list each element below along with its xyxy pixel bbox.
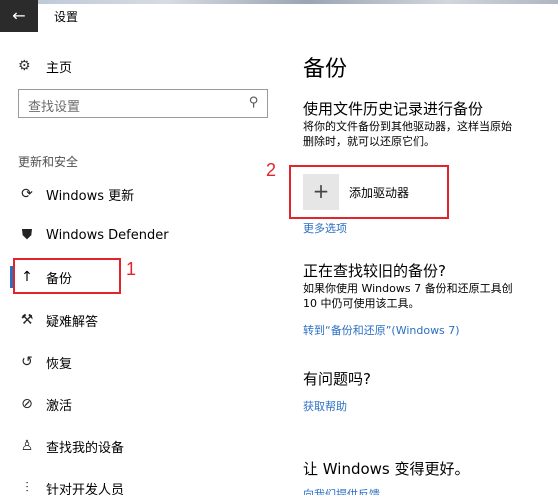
- window-title: 设置: [54, 10, 79, 24]
- sidebar-item-label: 激活: [46, 398, 73, 414]
- older-backup-description-line1: 如果你使用 Windows 7 备份和还原工具创: [303, 282, 513, 295]
- back-button[interactable]: ←: [0, 0, 38, 32]
- feedback-link[interactable]: 向我们提供反馈: [303, 486, 380, 495]
- annotation-box-2: [289, 165, 449, 219]
- sidebar-item-recovery[interactable]: ↺ 恢复: [0, 347, 270, 377]
- file-history-heading: 使用文件历史记录进行备份: [303, 100, 484, 118]
- improve-windows-heading: 让 Windows 变得更好。: [303, 460, 470, 478]
- gear-icon: ⚙: [18, 58, 31, 74]
- file-history-description-line2: 删除时，就可以还原它们。: [303, 135, 435, 148]
- sidebar-item-label: 疑难解答: [46, 314, 99, 330]
- older-backup-description-line2: 10 中仍可使用该工具。: [303, 297, 420, 310]
- history-icon: ↺: [21, 354, 33, 370]
- title-bar-strip: [0, 0, 558, 4]
- home-nav-item[interactable]: ⚙ 主页: [18, 56, 72, 76]
- sidebar-item-for-developers[interactable]: ⫶ 针对开发人员: [0, 473, 270, 495]
- search-input[interactable]: 查找设置 ⚲: [18, 89, 268, 118]
- search-placeholder: 查找设置: [28, 100, 81, 115]
- annotation-number-2: 2: [266, 160, 277, 180]
- annotation-number-1: 1: [126, 259, 137, 279]
- backup-restore-link[interactable]: 转到“备份和还原”(Windows 7): [303, 322, 460, 338]
- person-location-icon: ♙: [20, 438, 34, 454]
- sidebar-item-windows-update[interactable]: ⟳ Windows 更新: [0, 179, 270, 209]
- developer-tools-icon: ⫶: [25, 480, 29, 495]
- sidebar-item-label: 针对开发人员: [46, 482, 125, 495]
- sidebar-item-troubleshoot[interactable]: ⚒ 疑难解答: [0, 305, 270, 335]
- more-options-link[interactable]: 更多选项: [303, 220, 347, 236]
- sidebar-item-label: Windows 更新: [46, 188, 135, 204]
- shield-icon: ⛊: [21, 227, 33, 243]
- main-content: 备份 使用文件历史记录进行备份 将你的文件备份到其他驱动器，这样当原始 删除时，…: [303, 32, 558, 495]
- home-label: 主页: [46, 60, 73, 76]
- page-title: 备份: [303, 57, 348, 82]
- search-icon: ⚲: [249, 95, 259, 110]
- title-bar: ← 设置: [0, 0, 558, 32]
- sidebar-item-label: Windows Defender: [46, 227, 169, 243]
- check-circle-icon: ⊘: [21, 396, 33, 412]
- file-history-description-line1: 将你的文件备份到其他驱动器，这样当原始: [303, 120, 512, 133]
- annotation-box-1: [13, 258, 121, 294]
- back-arrow-icon: ←: [12, 6, 26, 25]
- get-help-link[interactable]: 获取帮助: [303, 398, 347, 414]
- sync-icon: ⟳: [21, 186, 33, 202]
- older-backup-heading: 正在查找较旧的备份?: [303, 262, 446, 280]
- sidebar-item-label: 查找我的设备: [46, 440, 125, 456]
- wrench-icon: ⚒: [20, 312, 34, 328]
- section-title: 更新和安全: [18, 155, 79, 169]
- sidebar-item-activation[interactable]: ⊘ 激活: [0, 389, 270, 419]
- question-heading: 有问题吗?: [303, 370, 371, 388]
- sidebar-item-windows-defender[interactable]: ⛊ Windows Defender: [0, 220, 270, 250]
- sidebar-item-find-my-device[interactable]: ♙ 查找我的设备: [0, 431, 270, 461]
- sidebar-item-label: 恢复: [46, 356, 73, 372]
